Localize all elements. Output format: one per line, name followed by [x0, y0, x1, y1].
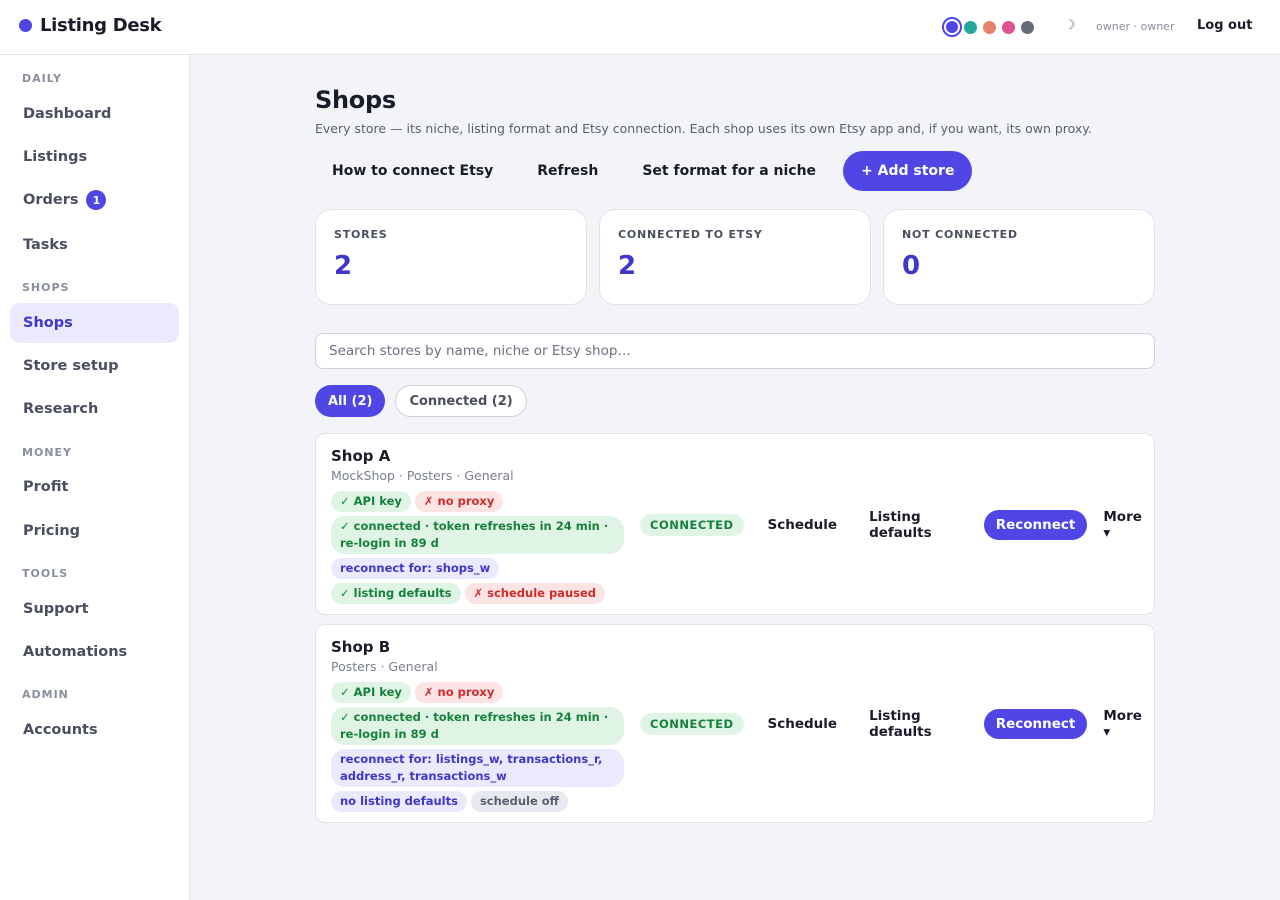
page-subtitle: Every store — its niche, listing format …: [315, 121, 1092, 136]
sidebar-item-support[interactable]: Support: [10, 589, 179, 629]
sidebar-section-money: MONEY: [22, 446, 72, 459]
listing-defaults-button[interactable]: Listing defaults: [853, 708, 982, 740]
theme-swatch-teal[interactable]: [964, 20, 977, 34]
connection-tag: ✓ connected · token refreshes in 24 min …: [331, 707, 624, 745]
shop-actions: CONNECTED Schedule Listing defaults Reco…: [640, 708, 1154, 740]
reconnect-button[interactable]: Reconnect: [983, 510, 1088, 540]
proxy-tag: ✗ no proxy: [414, 682, 504, 703]
listing-defaults-button[interactable]: Listing defaults: [853, 509, 982, 541]
api-key-tag: ✓ API key: [331, 491, 411, 512]
sidebar-item-label: Pricing: [23, 523, 81, 539]
reconnect-scopes-tag: reconnect for: listings_w, transactions_…: [331, 749, 624, 787]
filter-tabs: All (2) Connected (2): [315, 385, 537, 417]
shop-tags: ✓ API key ✗ no proxy ✓ connected · token…: [331, 491, 631, 608]
more-menu-button[interactable]: More ▾: [1093, 708, 1154, 740]
how-to-connect-etsy-button[interactable]: How to connect Etsy: [315, 151, 510, 191]
stat-value: 0: [902, 251, 921, 281]
stat-label: CONNECTED TO ETSY: [618, 228, 763, 241]
listing-defaults-tag: ✓ listing defaults: [331, 583, 461, 604]
top-bar: Listing Desk ☽ owner · owner Log out: [0, 0, 1280, 55]
sidebar-item-label: Listings: [23, 149, 88, 165]
refresh-button[interactable]: Refresh: [520, 151, 615, 191]
schedule-tag: ✗ schedule paused: [464, 583, 606, 604]
shop-card-shop-b: Shop B Posters · General ✓ API key ✗ no …: [315, 624, 1155, 823]
sidebar-item-label: Accounts: [23, 722, 98, 738]
sidebar-item-store-setup[interactable]: Store setup: [10, 346, 179, 386]
theme-swatch-coral[interactable]: [983, 20, 996, 34]
stat-card-not-connected: NOT CONNECTED 0: [883, 209, 1155, 305]
sidebar-section-shops: SHOPS: [22, 281, 70, 294]
connection-tag: ✓ connected · token refreshes in 24 min …: [331, 516, 624, 554]
page-title: Shops: [315, 86, 396, 114]
sidebar: DAILY Dashboard Listings Orders 1 Tasks S…: [0, 55, 190, 900]
filter-all[interactable]: All (2): [315, 385, 386, 417]
sidebar-item-research[interactable]: Research: [10, 389, 179, 429]
sidebar-item-dashboard[interactable]: Dashboard: [10, 94, 179, 134]
sidebar-item-label: Store setup: [23, 358, 119, 374]
proxy-tag: ✗ no proxy: [414, 491, 504, 512]
dark-mode-moon-icon[interactable]: ☽: [1064, 18, 1076, 33]
sidebar-item-listings[interactable]: Listings: [10, 137, 179, 177]
stat-value: 2: [334, 251, 353, 281]
sidebar-section-tools: TOOLS: [22, 567, 69, 580]
theme-swatch-indigo[interactable]: [942, 17, 962, 37]
sidebar-item-shops[interactable]: Shops: [10, 303, 179, 343]
stat-card-connected: CONNECTED TO ETSY 2: [599, 209, 871, 305]
sidebar-item-label: Orders: [23, 192, 79, 208]
stat-label: NOT CONNECTED: [902, 228, 1018, 241]
sidebar-item-label: Research: [23, 401, 99, 417]
more-menu-button[interactable]: More ▾: [1093, 509, 1154, 541]
shop-meta: Posters · General: [331, 659, 438, 674]
sidebar-section-admin: ADMIN: [22, 688, 69, 701]
sidebar-item-automations[interactable]: Automations: [10, 632, 179, 672]
orders-count-badge: 1: [86, 190, 107, 210]
shop-name: Shop A: [331, 447, 391, 465]
listing-defaults-tag: no listing defaults: [331, 791, 467, 812]
sidebar-item-profit[interactable]: Profit: [10, 467, 179, 507]
sidebar-item-accounts[interactable]: Accounts: [10, 710, 179, 750]
sidebar-item-label: Dashboard: [23, 106, 112, 122]
api-key-tag: ✓ API key: [331, 682, 411, 703]
sidebar-item-label: Profit: [23, 479, 69, 495]
stat-card-stores: STORES 2: [315, 209, 587, 305]
sidebar-item-label: Support: [23, 601, 89, 617]
store-search-input[interactable]: [315, 333, 1155, 369]
shop-card-shop-a: Shop A MockShop · Posters · General ✓ AP…: [315, 433, 1155, 615]
theme-swatch-slate[interactable]: [1021, 20, 1034, 34]
sidebar-item-orders[interactable]: Orders 1: [10, 180, 179, 220]
sidebar-item-pricing[interactable]: Pricing: [10, 511, 179, 551]
stat-label: STORES: [334, 228, 388, 241]
add-store-button[interactable]: + Add store: [843, 151, 973, 191]
schedule-tag: schedule off: [470, 791, 568, 812]
theme-swatches: [942, 17, 1040, 37]
status-badge: CONNECTED: [640, 713, 744, 735]
set-niche-format-button[interactable]: Set format for a niche: [625, 151, 833, 191]
brand-logo-icon: [19, 19, 32, 32]
logout-button[interactable]: Log out: [1197, 18, 1252, 33]
theme-swatch-pink[interactable]: [1002, 20, 1015, 34]
user-label: owner · owner: [1096, 20, 1175, 33]
sidebar-section-daily: DAILY: [22, 72, 62, 85]
reconnect-button[interactable]: Reconnect: [983, 709, 1088, 739]
status-badge: CONNECTED: [640, 514, 744, 536]
shop-meta: MockShop · Posters · General: [331, 468, 514, 483]
stat-value: 2: [618, 251, 637, 281]
schedule-button[interactable]: Schedule: [752, 709, 854, 739]
reconnect-scopes-tag: reconnect for: shops_w: [331, 558, 500, 579]
sidebar-item-label: Tasks: [23, 237, 68, 253]
schedule-button[interactable]: Schedule: [752, 510, 854, 540]
shop-name: Shop B: [331, 638, 391, 656]
sidebar-item-tasks[interactable]: Tasks: [10, 225, 179, 265]
page-actions: How to connect Etsy Refresh Set format f…: [315, 151, 973, 191]
sidebar-item-label: Shops: [23, 315, 73, 331]
app-title: Listing Desk: [40, 15, 162, 36]
brand[interactable]: Listing Desk: [19, 15, 162, 36]
sidebar-item-label: Automations: [23, 644, 128, 660]
shop-actions: CONNECTED Schedule Listing defaults Reco…: [640, 509, 1154, 541]
filter-connected[interactable]: Connected (2): [395, 385, 527, 417]
shop-tags: ✓ API key ✗ no proxy ✓ connected · token…: [331, 682, 631, 816]
